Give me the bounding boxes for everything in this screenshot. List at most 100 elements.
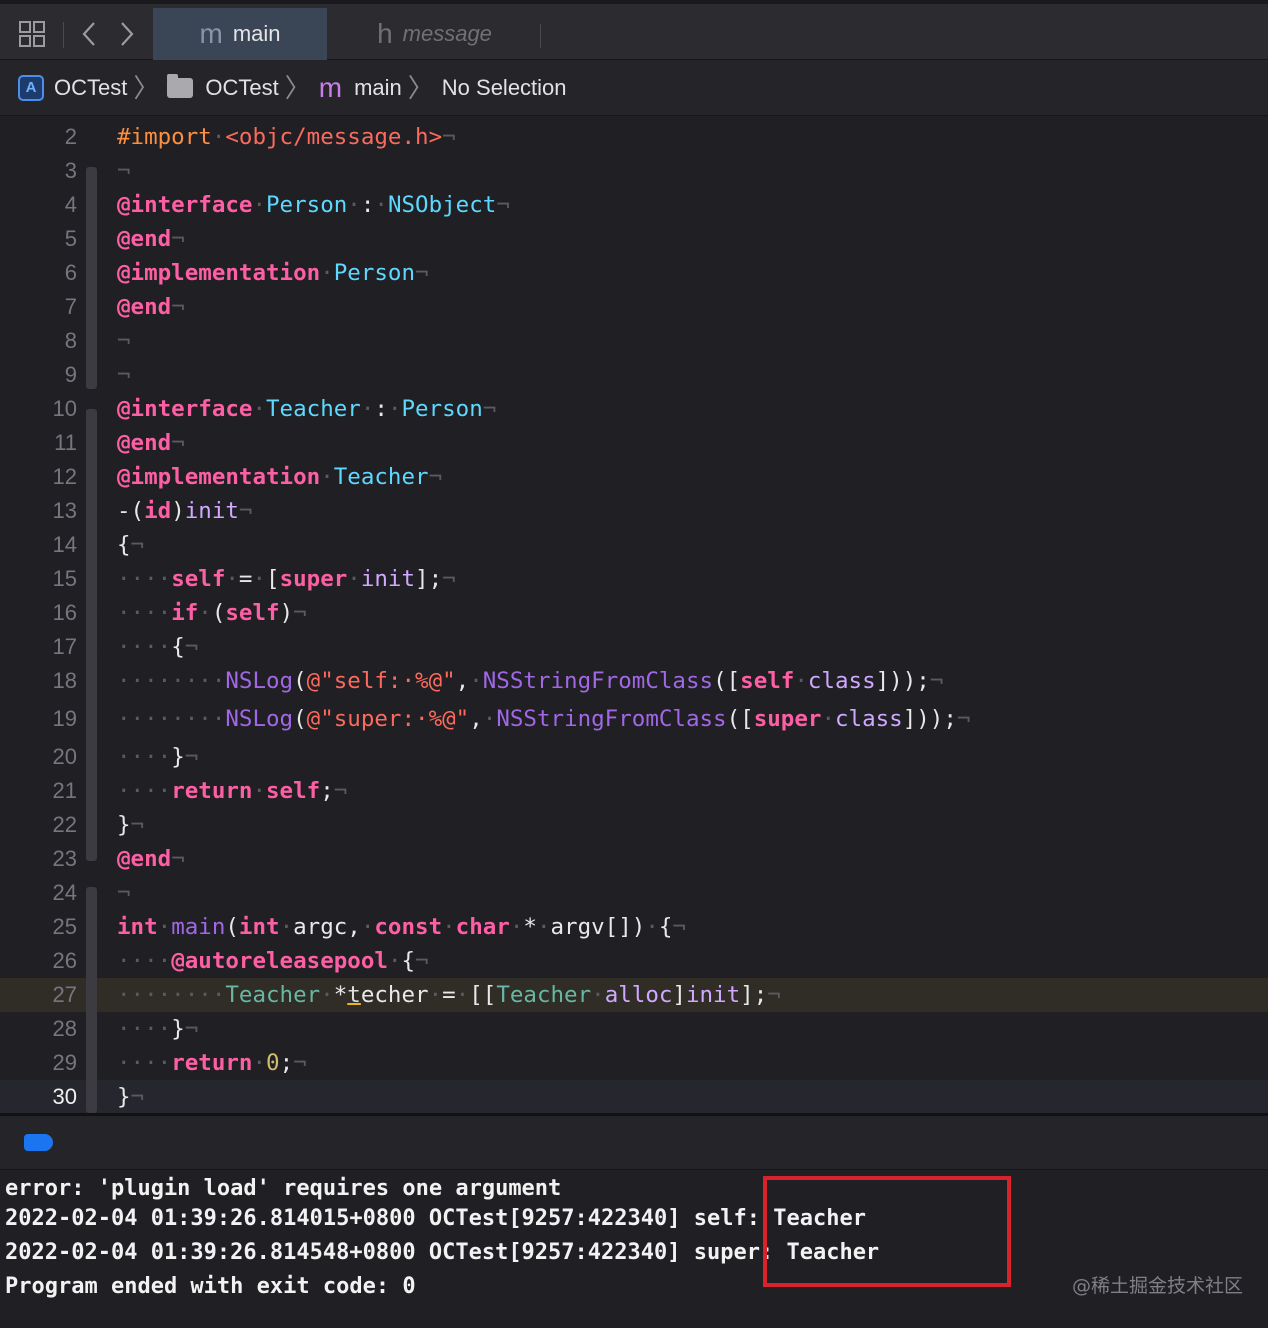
code-token: ¬ <box>117 880 131 906</box>
code-token: main <box>171 914 226 940</box>
code-line[interactable]: 3 ¬ <box>0 154 1268 188</box>
code-token: Teacher <box>225 982 321 1008</box>
console-line: 2022-02-04 01:39:26.814548+0800 OCTest[9… <box>5 1240 880 1265</box>
breadcrumb-label: No Selection <box>441 74 567 100</box>
code-text: ····return·0;¬ <box>117 1046 307 1080</box>
code-token: · <box>252 1050 267 1076</box>
code-token: self <box>225 600 280 626</box>
code-line[interactable]: 20 ····}¬ <box>0 740 1268 774</box>
scope-ribbon <box>86 751 97 861</box>
code-line[interactable]: 6 @implementation·Person¬ <box>0 256 1268 290</box>
code-token: ¬ <box>130 1084 145 1110</box>
breadcrumb-folder[interactable]: OCTest <box>167 60 279 116</box>
header-file-icon: h <box>377 18 393 49</box>
code-token: ¬ <box>672 914 686 940</box>
code-line[interactable]: 17 ····{¬ <box>0 630 1268 664</box>
code-token: · <box>157 914 172 940</box>
code-line[interactable]: 22}¬ <box>0 808 1268 842</box>
code-token: @end <box>117 226 172 252</box>
grid-icon[interactable] <box>14 8 50 60</box>
code-token: · <box>387 396 402 422</box>
code-text: ····return·self;¬ <box>117 774 347 808</box>
code-line[interactable]: 10 @interface·Teacher·:·Person¬ <box>0 392 1268 426</box>
breadcrumb-separator: 〉 <box>284 72 311 103</box>
forward-icon[interactable] <box>112 8 142 60</box>
code-token: ···· <box>117 600 172 626</box>
line-number: 27 <box>52 982 77 1007</box>
line-number: 7 <box>64 294 77 319</box>
breadcrumb-selection[interactable]: No Selection <box>442 60 567 116</box>
code-token: · <box>374 192 388 218</box>
code-line[interactable]: 30}¬ <box>0 1080 1268 1113</box>
scope-ribbon <box>86 1051 97 1079</box>
code-line[interactable]: 19 ········NSLog(@"super:·%@",·NSStringFr… <box>0 702 1268 736</box>
code-token: : <box>374 396 388 422</box>
code-token: [[ <box>469 982 497 1008</box>
scope-ribbon <box>86 515 97 617</box>
code-line[interactable]: 7 @end¬ <box>0 290 1268 324</box>
code-token: echer <box>360 982 429 1008</box>
code-line[interactable]: 4 @interface·Person·:·NSObject¬ <box>0 188 1268 222</box>
code-token: ¬ <box>171 430 185 456</box>
code-token: NSLog <box>225 706 294 732</box>
line-number: 5 <box>64 226 77 251</box>
code-token: init <box>184 498 239 524</box>
code-token: { <box>171 634 185 660</box>
code-line[interactable]: 15 ····self·=·[super·init];¬ <box>0 562 1268 596</box>
code-text: int·main(int·argc,·const·char·*·argv[])·… <box>117 910 686 944</box>
toolbar-divider <box>63 22 64 48</box>
code-line[interactable]: 24 ¬ <box>0 876 1268 910</box>
code-line[interactable]: 11 @end¬ <box>0 426 1268 460</box>
code-line[interactable]: 2 #import·<objc/message.h>¬ <box>0 120 1268 154</box>
code-line[interactable]: 13 -(id)init¬ <box>0 494 1268 528</box>
back-icon[interactable] <box>74 8 104 60</box>
code-line[interactable]: 12 @implementation·Teacher¬ <box>0 460 1268 494</box>
line-number: 24 <box>52 880 77 905</box>
code-line[interactable]: 28 ····}¬ <box>0 1012 1268 1046</box>
code-token: * <box>523 914 537 940</box>
code-token: init <box>360 566 416 592</box>
code-token: class <box>834 706 903 732</box>
code-line[interactable]: 18 ········NSLog(@"self:·%@",·NSStringFro… <box>0 664 1268 698</box>
line-number: 11 <box>54 430 77 455</box>
console-output[interactable]: error: 'plugin load' requires one argume… <box>0 1171 1268 1328</box>
xcode-project-icon: A <box>18 74 44 101</box>
scope-ribbon <box>86 205 97 389</box>
code-token: · <box>428 982 443 1008</box>
code-line[interactable]: 5 @end¬ <box>0 222 1268 256</box>
tab-label: main <box>232 21 281 46</box>
code-line[interactable]: 29 ····return·0;¬ <box>0 1046 1268 1080</box>
code-text: ········NSLog(@"super:·%@",·NSStringFrom… <box>117 702 970 736</box>
code-line[interactable]: 23 @end¬ <box>0 842 1268 876</box>
breakpoint-toggle-icon[interactable] <box>24 1134 53 1151</box>
tab-message[interactable]: h message <box>327 8 542 60</box>
code-line[interactable]: 8 ¬ <box>0 324 1268 358</box>
code-editor[interactable]: 2 #import·<objc/message.h>¬ 3 ¬ 4 @interface·… <box>0 117 1268 1113</box>
line-number: 30 <box>52 1084 77 1109</box>
code-token: · <box>225 566 239 592</box>
code-token: ¬ <box>184 634 199 660</box>
code-line[interactable]: 26 ····@autoreleasepool·{¬ <box>0 944 1268 978</box>
code-token: ¬ <box>184 744 199 770</box>
code-line[interactable]: 14 {¬ <box>0 528 1268 562</box>
code-token: [ <box>266 566 280 592</box>
code-line[interactable]: 27 ········Teacher·*techer·=·[[Teacher·al… <box>0 978 1268 1012</box>
line-number: 20 <box>52 744 77 769</box>
console-line: 2022-02-04 01:39:26.814015+0800 OCTest[9… <box>5 1206 866 1231</box>
code-token: ¬ <box>415 260 429 286</box>
code-line[interactable]: 9 ¬ <box>0 358 1268 392</box>
line-number: 17 <box>52 634 77 659</box>
line-number: 10 <box>52 396 77 421</box>
code-token: } <box>171 1016 185 1042</box>
code-token: ···· <box>117 634 172 660</box>
code-text: ····if·(self)¬ <box>117 596 307 630</box>
breadcrumb-project[interactable]: A OCTest <box>18 60 127 116</box>
code-line[interactable]: 21 ····return·self;¬ <box>0 774 1268 808</box>
code-line[interactable]: 16 ····if·(self)¬ <box>0 596 1268 630</box>
code-token: } <box>171 744 185 770</box>
breadcrumb-file[interactable]: m main <box>319 60 402 116</box>
code-line[interactable]: 25 int·main(int·argc,·const·char·*·argv[]… <box>0 910 1268 944</box>
code-token: ···· <box>117 566 172 592</box>
tab-main[interactable]: m main <box>153 8 327 60</box>
line-number: 9 <box>64 362 77 387</box>
